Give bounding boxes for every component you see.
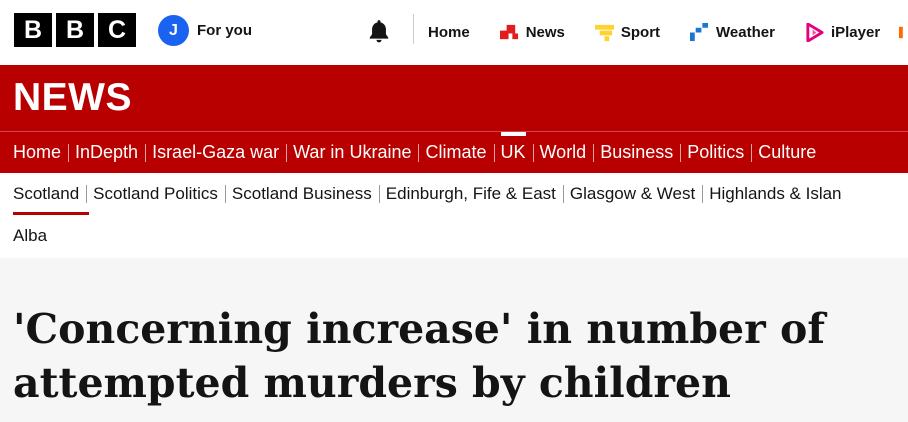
main-nav-home[interactable]: Home [6,132,68,173]
top-nav-weather[interactable]: Weather [675,0,790,64]
top-nav-home[interactable]: Home [413,0,485,64]
sub-nav-glasgow-west[interactable]: Glasgow & West [562,173,702,215]
main-nav-culture[interactable]: Culture [751,132,823,173]
news-logo[interactable]: NEWS [0,65,908,131]
iplayer-icon [806,22,824,42]
article-headline: 'Concerning increase' in number of attem… [13,305,825,407]
top-nav-sport[interactable]: Sport [580,0,675,64]
top-nav: Home News Sport Weather iPlayer [413,0,908,64]
top-nav-label: Weather [716,23,775,41]
sounds-icon [899,26,903,38]
avatar: J [158,15,189,46]
article-header: 'Concerning increase' in number of attem… [0,258,908,422]
bbc-logo-letter: B [14,13,52,47]
sub-nav: Scotland Scotland Politics Scotland Busi… [0,173,908,215]
main-nav-politics[interactable]: Politics [680,132,751,173]
main-nav-uk[interactable]: UK [493,132,533,173]
top-nav-news[interactable]: News [485,0,580,64]
bbc-logo-letter: B [56,13,94,47]
main-nav-climate[interactable]: Climate [418,132,493,173]
notifications-bell-icon[interactable] [366,18,392,44]
bbc-logo[interactable]: B B C [14,13,136,47]
sub-nav-row-2: Alba [0,215,54,257]
main-nav: Home InDepth Israel-Gaza war War in Ukra… [0,132,908,173]
sub-nav-edinburgh-fife-east[interactable]: Edinburgh, Fife & East [378,173,563,215]
main-nav-israel-gaza-war[interactable]: Israel-Gaza war [145,132,286,173]
news-band: NEWS Home InDepth Israel-Gaza war War in… [0,65,908,173]
sub-nav-scotland[interactable]: Scotland [6,173,90,215]
top-nav-label: News [525,23,565,41]
bbc-logo-letter: C [98,13,136,47]
weather-icon [690,22,709,41]
news-icon [499,24,518,39]
sub-nav-alba[interactable]: Alba [6,215,54,257]
sport-icon [594,24,614,41]
main-nav-world[interactable]: World [532,132,594,173]
for-you-label: For you [197,22,252,39]
sub-nav-scotland-business[interactable]: Scotland Business [224,173,379,215]
main-nav-business[interactable]: Business [593,132,680,173]
sub-nav-highlands-islands[interactable]: Highlands & Islan [702,173,848,215]
sub-nav-scotland-politics[interactable]: Scotland Politics [86,173,225,215]
top-bar: B B C J For you Home News Sport Weather … [0,0,908,64]
top-nav-more[interactable] [895,0,908,64]
top-nav-label: iPlayer [830,23,881,41]
for-you-button[interactable]: J For you [158,15,252,46]
main-nav-indepth[interactable]: InDepth [68,132,145,173]
top-nav-iplayer[interactable]: iPlayer [790,0,895,64]
top-nav-label: Home [428,23,470,41]
main-nav-war-in-ukraine[interactable]: War in Ukraine [286,132,418,173]
top-nav-label: Sport [620,23,661,41]
